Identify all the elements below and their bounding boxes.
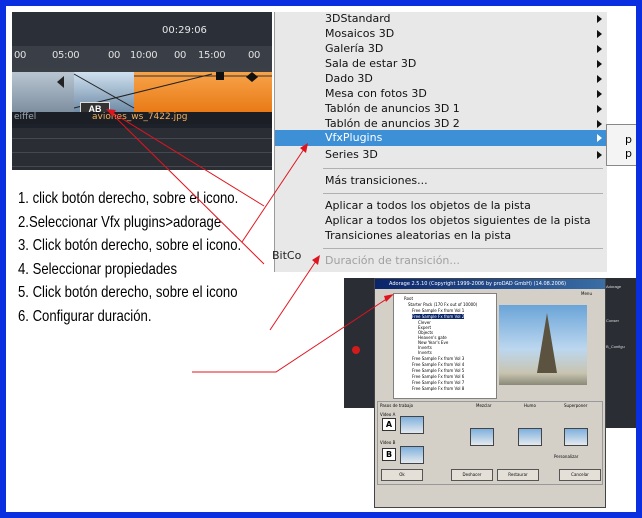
- personalize-checkbox[interactable]: Personalizar: [554, 454, 578, 459]
- editor-background-right: Adorage Conser B_Configu: [604, 278, 636, 428]
- ruler-tick: 05:00: [52, 50, 80, 61]
- dialog-title: Adorage 2.5.10 (Copyright 1999-2006 by p…: [375, 279, 605, 289]
- tree-node[interactable]: Free Sample Fx from Vol 8: [412, 386, 464, 391]
- editor-background-left: [344, 278, 374, 408]
- transition-cross: [57, 73, 213, 109]
- tree-node[interactable]: Free Sample Fx from Vol 4: [412, 362, 464, 367]
- vfx-submenu: p p: [606, 124, 636, 166]
- time-display: 00:29:06: [162, 25, 207, 36]
- undo-button[interactable]: Deshacer: [451, 469, 493, 481]
- tutorial-frame: 00:29:06 00 05:00 00 10:00 00 15:00 00 A…: [0, 0, 642, 518]
- tree-node[interactable]: Free Sample Fx from Vol 7: [412, 380, 464, 385]
- menu-item-vfxplugins[interactable]: VfxPlugins: [325, 131, 382, 145]
- step-1: 1. click botón derecho, sobre el icono.: [18, 190, 239, 207]
- clip-label-left: eiffel: [14, 112, 37, 122]
- smoke-label: Humo: [524, 403, 536, 408]
- ruler-tick: 00: [174, 50, 187, 61]
- adorage-dialog: Adorage 2.5.10 (Copyright 1999-2006 by p…: [374, 278, 606, 508]
- workflow-label: Pasos de trabajo: [380, 403, 414, 408]
- menu-item-more-transitions[interactable]: Más transiciones...: [325, 174, 428, 188]
- submenu-arrow-icon: [597, 120, 602, 128]
- menu-item-series[interactable]: Series 3D: [325, 148, 378, 162]
- menu-item-dado[interactable]: Dado 3D: [325, 72, 373, 86]
- lower-tracks: [12, 128, 272, 170]
- ruler-tick: 00: [14, 50, 27, 61]
- tree-node[interactable]: Inverts: [418, 350, 432, 355]
- record-icon: [352, 346, 360, 354]
- step-6: 6. Configurar duración.: [18, 307, 152, 325]
- submenu-arrow-icon: [597, 90, 602, 98]
- clip-label-right: aviones_ws_7422.jpg: [92, 112, 188, 122]
- submenu-arrow-icon: [597, 105, 602, 113]
- background-text: BitCo: [272, 249, 302, 262]
- menu-item-3dstandard[interactable]: 3DStandard: [325, 12, 391, 26]
- submenu-item[interactable]: p: [625, 147, 632, 160]
- submenu-arrow-icon: [597, 134, 602, 142]
- step-5: 5. Click botón derecho, sobre el icono: [18, 284, 238, 302]
- menu-item-duration: Duración de transición...: [325, 254, 460, 267]
- ruler-tick: 00: [108, 50, 121, 61]
- instruction-steps: 1. click botón derecho, sobre el icono. …: [18, 187, 241, 329]
- smoke-thumb[interactable]: [518, 428, 542, 446]
- menu-item-tablon-1[interactable]: Tablón de anuncios 3D 1: [325, 102, 460, 116]
- video-b-thumb[interactable]: [400, 446, 424, 464]
- overlay-label: Superponer: [564, 403, 588, 408]
- submenu-item[interactable]: p: [625, 133, 632, 146]
- side-text: Adorage: [606, 284, 622, 289]
- restore-button[interactable]: Restaurar: [497, 469, 539, 481]
- tree-node[interactable]: Free Sample Fx from Vol 6: [412, 374, 464, 379]
- step-2: 2.Seleccionar Vfx plugins>adorage: [18, 213, 222, 231]
- menu-separator: [323, 193, 603, 194]
- dialog-menu-label[interactable]: Menu: [581, 291, 592, 296]
- tree-node-selected[interactable]: Free Sample Fx from Vol 2: [412, 314, 465, 319]
- tree-node[interactable]: Root: [404, 296, 413, 301]
- video-b-button[interactable]: B: [382, 448, 396, 461]
- menu-separator: [323, 168, 603, 169]
- effects-tree[interactable]: Root Starter Pack (170 Fx out of 10000) …: [393, 293, 497, 399]
- side-text: Conser: [606, 318, 619, 323]
- menu-item-mosaicos[interactable]: Mosaicos 3D: [325, 27, 394, 41]
- step-4: 4. Seleccionar propiedades: [18, 260, 178, 278]
- video-track[interactable]: AB: [12, 68, 272, 116]
- ruler-tick: 00: [248, 50, 261, 61]
- context-menu: 3DStandard Mosaicos 3D Galería 3D Sala d…: [274, 12, 607, 272]
- video-b-label: Vídeo B: [380, 440, 396, 445]
- effect-preview-image: [499, 305, 587, 385]
- submenu-arrow-icon: [597, 151, 602, 159]
- timeline-screenshot: 00:29:06 00 05:00 00 10:00 00 15:00 00 A…: [12, 12, 272, 170]
- submenu-arrow-icon: [597, 30, 602, 38]
- eiffel-tower-image: [537, 313, 557, 373]
- overlay-thumb[interactable]: [564, 428, 588, 446]
- mix-label: Mezclar: [476, 403, 492, 408]
- submenu-arrow-icon: [597, 75, 602, 83]
- side-text: B_Configu: [606, 344, 625, 349]
- menu-item-galeria[interactable]: Galería 3D: [325, 42, 383, 56]
- ruler-tick: 15:00: [198, 50, 226, 61]
- menu-item-mesa[interactable]: Mesa con fotos 3D: [325, 87, 427, 101]
- menu-item-apply-all[interactable]: Aplicar a todos los objetos de la pista: [325, 199, 531, 213]
- cancel-button[interactable]: Cancelar: [559, 469, 601, 481]
- video-a-button[interactable]: A: [382, 418, 396, 431]
- submenu-arrow-icon: [597, 45, 602, 53]
- menu-item-random[interactable]: Transiciones aleatorias en la pista: [325, 229, 511, 243]
- menu-item-sala[interactable]: Sala de estar 3D: [325, 57, 416, 71]
- menu-item-apply-following[interactable]: Aplicar a todos los objetos siguientes d…: [325, 214, 591, 228]
- menu-item-tablon-2[interactable]: Tablón de anuncios 3D 2: [325, 117, 460, 131]
- ruler-tick: 10:00: [130, 50, 158, 61]
- video-a-thumb[interactable]: [400, 416, 424, 434]
- timeline-ruler[interactable]: 00 05:00 00 10:00 00 15:00 00: [12, 46, 272, 69]
- step-3: 3. Click botón derecho, sobre el icono.: [18, 237, 242, 255]
- submenu-arrow-icon: [597, 60, 602, 68]
- ok-button[interactable]: Ok: [381, 469, 423, 481]
- timeline-header: 00:29:06: [12, 12, 272, 46]
- mix-thumb[interactable]: [470, 428, 494, 446]
- video-a-label: Vídeo A: [380, 412, 396, 417]
- tree-node[interactable]: Free Sample Fx from Vol 1: [412, 308, 464, 313]
- tree-node[interactable]: Free Sample Fx from Vol 5: [412, 368, 464, 373]
- tree-node[interactable]: Starter Pack (170 Fx out of 10000): [408, 302, 477, 307]
- menu-separator: [323, 248, 603, 249]
- tree-node[interactable]: Free Sample Fx from Vol 3: [412, 356, 464, 361]
- submenu-arrow-icon: [597, 15, 602, 23]
